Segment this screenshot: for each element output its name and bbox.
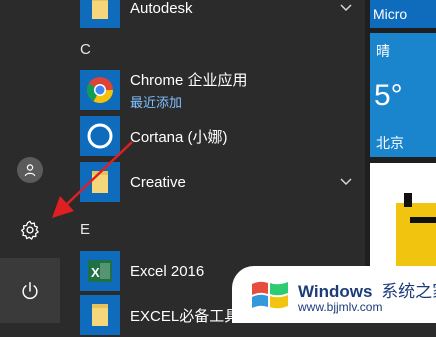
watermark-title: Windows 系统之家 (298, 277, 436, 302)
windows-watermark-badge: Windows 系统之家 www.bjjmlv.com (232, 266, 436, 323)
watermark-brand-name: 系统之家 (381, 282, 436, 301)
windows-logo-icon (252, 281, 288, 309)
watermark-url: www.bjjmlv.com (298, 300, 383, 314)
watermark-brand-windows: Windows (298, 282, 373, 301)
